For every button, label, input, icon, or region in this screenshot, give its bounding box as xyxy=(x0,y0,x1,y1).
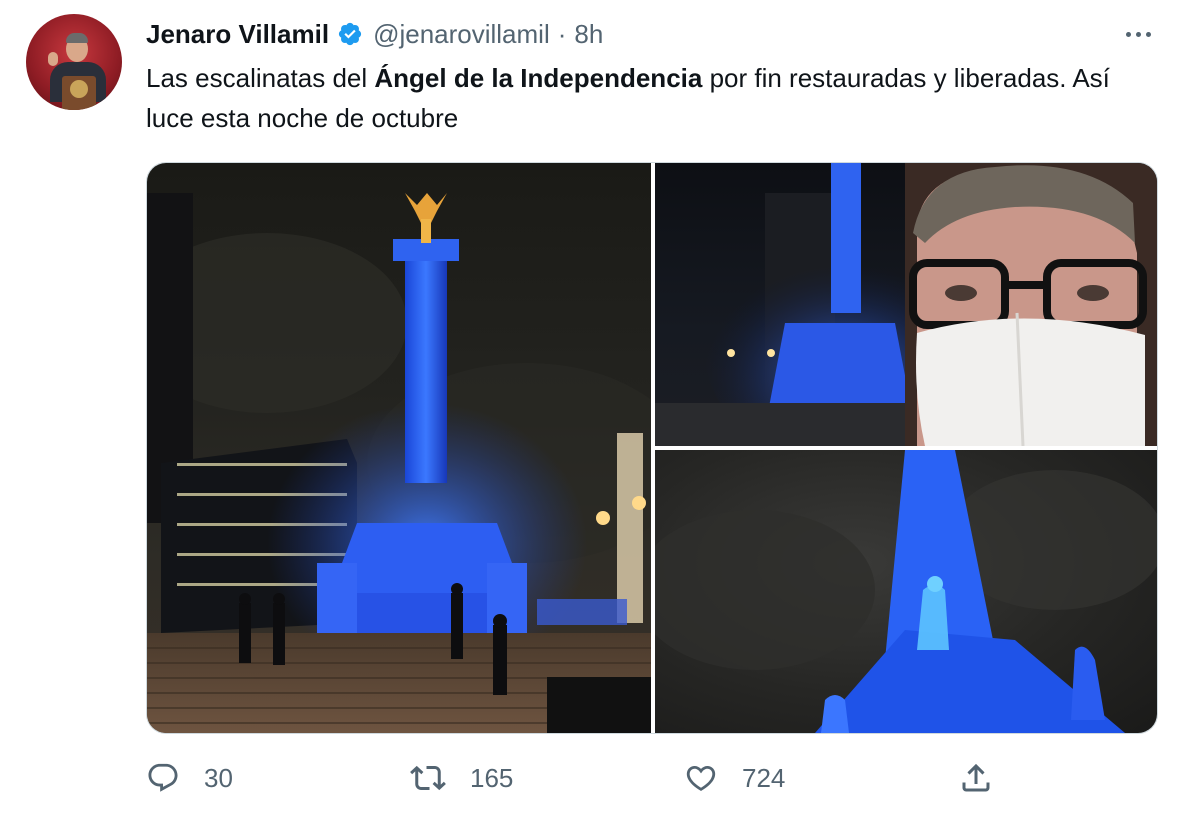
retweet-icon xyxy=(410,765,446,791)
tweet-media-grid xyxy=(146,162,1158,734)
tweet[interactable]: Jenaro Villamil @jenarovillamil · 8h Las… xyxy=(0,0,1184,820)
photo-statue-closeup[interactable] xyxy=(655,450,1157,733)
author-avatar[interactable] xyxy=(26,14,122,110)
tweet-header: Jenaro Villamil @jenarovillamil · 8h xyxy=(146,16,603,52)
photo-angel-monument-stairs[interactable] xyxy=(147,163,651,733)
more-options-icon[interactable] xyxy=(1118,20,1158,48)
photo-statue-closeup-scene xyxy=(655,450,1157,733)
more-dot xyxy=(1125,31,1131,37)
heart-icon xyxy=(686,765,716,791)
avatar-hand xyxy=(48,52,58,66)
tweet-text-part1: Las escalinatas del xyxy=(146,63,375,93)
tweet-text: Las escalinatas del Ángel de la Independ… xyxy=(146,58,1126,138)
avatar-seal xyxy=(70,80,88,98)
photo-monument-column-night[interactable] xyxy=(655,163,1157,446)
author-handle[interactable]: @jenarovillamil xyxy=(373,19,550,50)
header-separator: · xyxy=(557,18,567,49)
more-dot xyxy=(1145,31,1151,37)
share-button[interactable] xyxy=(958,758,994,798)
reply-button[interactable]: 30 xyxy=(146,758,233,798)
reply-icon xyxy=(148,763,178,792)
like-button[interactable]: 724 xyxy=(684,758,785,798)
tweet-timestamp[interactable]: 8h xyxy=(574,19,603,50)
share-icon xyxy=(962,763,990,792)
tweet-text-bold: Ángel de la Independencia xyxy=(374,63,703,93)
like-count: 724 xyxy=(742,762,786,793)
retweet-count: 165 xyxy=(470,762,514,793)
retweet-button[interactable]: 165 xyxy=(410,758,513,798)
author-display-name[interactable]: Jenaro Villamil xyxy=(146,19,329,50)
verified-badge-icon xyxy=(338,22,362,46)
photo-monument-column-night-scene xyxy=(655,163,1157,446)
photo-angel-monument-stairs-scene xyxy=(147,193,651,733)
more-dot xyxy=(1135,31,1141,37)
reply-count: 30 xyxy=(204,762,233,793)
avatar-hair xyxy=(66,33,88,43)
